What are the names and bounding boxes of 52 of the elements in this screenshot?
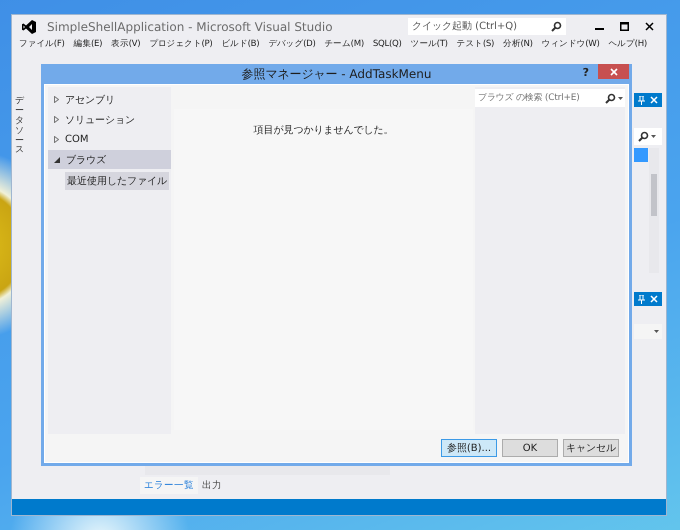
panel-tab[interactable]: エラー一覧 <box>140 477 198 494</box>
menu-item[interactable]: ヘルプ(H) <box>608 38 648 50</box>
menu-item[interactable]: 表示(V) <box>110 38 142 50</box>
subcategory-item[interactable]: 最近使用したファイル <box>65 172 169 190</box>
dialog-button[interactable]: OK <box>502 439 558 457</box>
collapsed-arrow-icon[interactable] <box>54 116 59 123</box>
search-field[interactable] <box>634 128 662 145</box>
menu-item[interactable]: デバッグ(D) <box>267 38 317 50</box>
menu-item[interactable]: ビルド(B) <box>220 38 260 50</box>
search-icon[interactable] <box>551 21 562 32</box>
collapsed-arrow-icon[interactable] <box>54 136 59 143</box>
menu-item[interactable]: 編集(E) <box>72 38 104 50</box>
selected-row <box>634 148 648 162</box>
category-item[interactable]: COM <box>48 130 171 149</box>
window-title: SimpleShellApplication - Microsoft Visual Studio <box>47 20 334 34</box>
menu-item[interactable]: テスト(S) <box>456 38 496 50</box>
maximize-button[interactable] <box>620 22 629 31</box>
scrollbar-thumb[interactable] <box>651 174 657 216</box>
menu-item[interactable]: SQL(Q) <box>372 38 403 50</box>
close-icon[interactable] <box>650 96 658 104</box>
caret-icon[interactable] <box>651 135 656 138</box>
menu-item[interactable]: 分析(N) <box>502 38 534 50</box>
close-icon <box>610 68 618 76</box>
menu-item[interactable]: チーム(M) <box>324 38 365 50</box>
panel-tab[interactable]: 出力 <box>198 477 226 494</box>
caret-icon[interactable] <box>654 330 659 333</box>
empty-message: 項目が見つかりませんでした。 <box>254 124 394 138</box>
logo-icon <box>22 20 36 34</box>
dialog-button[interactable]: 参照(B)... <box>441 439 497 457</box>
search-icon[interactable] <box>638 131 649 142</box>
dialog-button[interactable]: キャンセル <box>563 439 619 457</box>
category-item[interactable]: ソリューション <box>48 110 171 129</box>
quick-launch-field[interactable]: クイック起動 (Ctrl+Q) <box>408 18 566 35</box>
close-button[interactable] <box>645 22 654 31</box>
scrollbar[interactable] <box>649 148 659 273</box>
menu-item[interactable]: ファイル(F) <box>18 38 66 50</box>
help-button[interactable]: ? <box>582 66 589 79</box>
expanded-arrow-icon[interactable] <box>54 156 60 162</box>
dropdown-caret-icon[interactable] <box>618 96 623 100</box>
close-icon[interactable] <box>650 295 658 303</box>
category-item[interactable]: アセンブリ <box>48 90 171 109</box>
menu-item[interactable]: ツール(T) <box>410 38 449 50</box>
pin-icon[interactable] <box>638 294 645 304</box>
search-icon[interactable] <box>605 92 616 104</box>
menu-item[interactable]: ウィンドウ(W) <box>540 38 601 50</box>
category-item[interactable]: ブラウズ <box>48 150 171 169</box>
menu-item[interactable]: プロジェクト(P) <box>148 38 214 50</box>
collapsed-arrow-icon[interactable] <box>54 96 59 103</box>
horizontal-scrollbar[interactable] <box>145 465 390 475</box>
quick-launch-input[interactable]: クイック起動 (Ctrl+Q) <box>412 21 548 32</box>
dialog-title: 参照マネージャー - AddTaskMenu <box>241 66 432 82</box>
pin-icon[interactable] <box>638 96 645 104</box>
